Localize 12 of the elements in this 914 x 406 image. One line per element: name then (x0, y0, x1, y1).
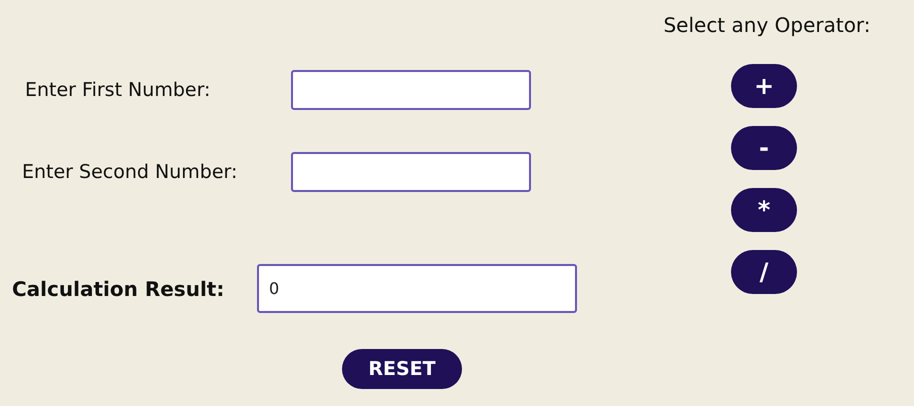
operator-button[interactable]: * (731, 188, 797, 232)
field-label: Enter Second Number: (22, 160, 238, 185)
operators-title: Select any Operator: (663, 12, 871, 39)
operator-button[interactable]: / (731, 250, 797, 294)
field-label: Enter First Number: (25, 78, 212, 103)
number-input[interactable] (291, 152, 531, 192)
result-field[interactable]: 0 (257, 264, 577, 313)
number-input[interactable] (291, 70, 531, 110)
operator-button[interactable]: - (731, 126, 797, 170)
reset-button[interactable]: RESET (342, 349, 462, 389)
operator-button[interactable]: + (731, 64, 797, 108)
result-label: Calculation Result: (12, 276, 226, 302)
